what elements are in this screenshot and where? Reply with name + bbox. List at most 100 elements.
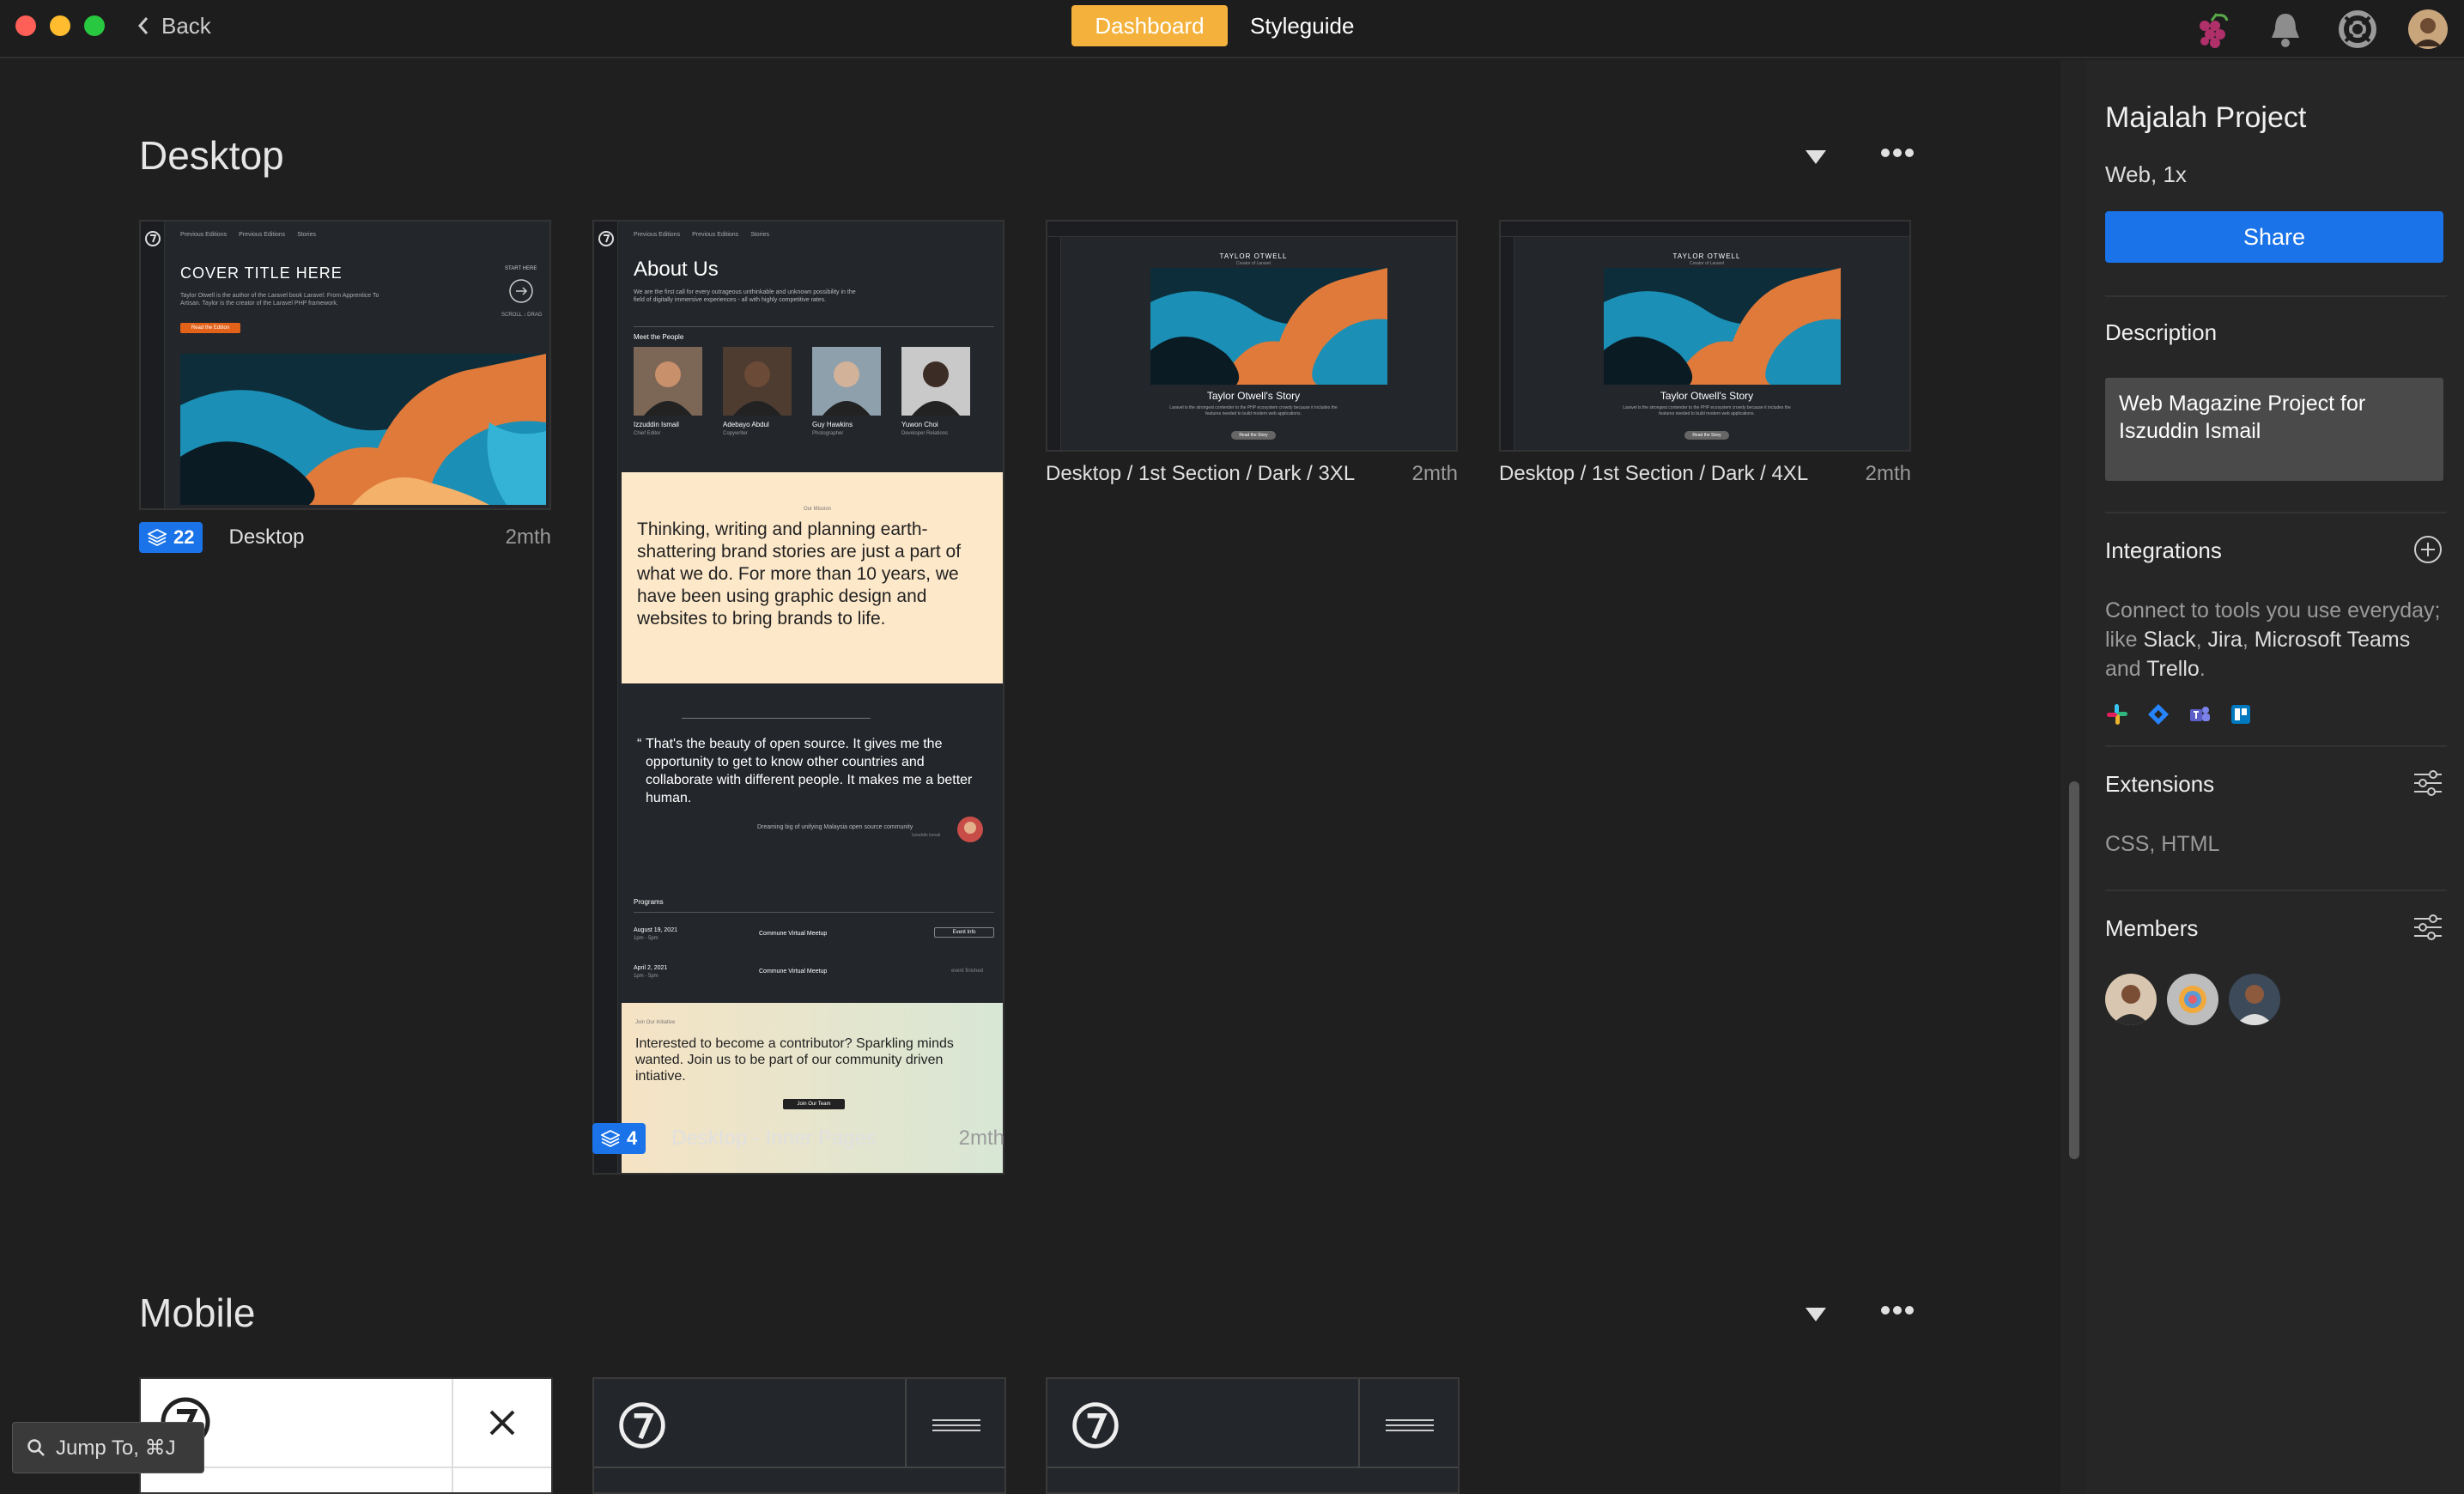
preview-person-photo (901, 347, 970, 416)
preview-event-time: 1pm - 5pm (634, 974, 658, 979)
preview-quote-name: Izzuddin Ismail (912, 833, 941, 838)
grapes-icon[interactable] (2191, 9, 2232, 50)
description-heading: Description (2105, 319, 2218, 345)
card-time: 2mth (958, 1127, 1004, 1150)
search-icon (27, 1439, 45, 1456)
preview-event-time: 1pm - 5pm (634, 936, 658, 941)
logo-icon (598, 231, 614, 246)
minimize-window-button[interactable] (50, 15, 70, 36)
card-meta: Desktop / 1st Section / Dark / 3XL 2mth (1046, 457, 1458, 491)
jump-to-button[interactable]: Jump To, ⌘J (12, 1422, 204, 1473)
chevron-left-icon (137, 17, 149, 34)
more-icon[interactable] (1880, 148, 1915, 158)
card-thumbnail[interactable]: Previous Editions Previous Editions Storie… (139, 220, 551, 510)
more-icon[interactable] (1880, 1305, 1915, 1315)
section-title-mobile: Mobile (139, 1291, 256, 1335)
preview-story-body: Laravel is the strongest contender to th… (1623, 405, 1791, 416)
share-button[interactable]: Share (2105, 211, 2443, 263)
card-time: 2mth (1865, 462, 1911, 485)
title-bar: Back Dashboard Styleguide (0, 0, 2464, 58)
caret-down-icon[interactable] (1805, 149, 1827, 165)
card-thumbnail[interactable]: TAYLOR OTWELL Creator of Laravel Taylor … (1046, 220, 1458, 452)
card-thumbnail[interactable]: Previous Editions Previous Editions Storie… (592, 220, 1004, 1175)
zoom-window-button[interactable] (84, 15, 105, 36)
preview-story-title: Taylor Otwell's Story (1206, 390, 1301, 402)
preview-meet-label: Meet the People (634, 333, 684, 341)
logo-icon (1072, 1402, 1119, 1448)
preview-person-name: Yuwon Choi (901, 421, 938, 428)
back-button[interactable]: Back (137, 9, 211, 43)
preview-quote-avatar (957, 817, 983, 842)
menu-icon (1386, 1419, 1434, 1431)
preview-nav-link: Previous Editions (239, 232, 286, 238)
close-window-button[interactable] (15, 15, 36, 36)
preview-join-button: Join Our Team (783, 1099, 845, 1109)
settings-sliders-icon[interactable] (2412, 769, 2443, 797)
preview-person-name: Adebayo Abdul (723, 421, 769, 428)
card-thumbnail[interactable]: TAYLOR OTWELL Creator of Laravel Taylor … (1499, 220, 1911, 452)
members-heading: Members (2105, 915, 2199, 941)
member-avatar[interactable] (2167, 974, 2218, 1025)
card-time: 2mth (505, 525, 551, 549)
card-meta: Desktop / 1st Section / Dark / 4XL 2mth (1499, 457, 1911, 491)
preview-quote-text: That's the beauty of open source. It giv… (646, 737, 973, 805)
help-lifebuoy-icon[interactable] (2337, 9, 2378, 50)
preview-person-name: Guy Hawkins (812, 421, 853, 428)
preview-story-image (1604, 268, 1841, 385)
mobile-card-thumbnail[interactable] (592, 1377, 1006, 1494)
back-label: Back (161, 12, 211, 39)
preview-cover-title: COVER TITLE HERE (180, 264, 343, 282)
integrations-separator: , (2195, 628, 2208, 652)
preview-story-button: Read the Story (1231, 431, 1276, 440)
bell-icon[interactable] (2265, 9, 2306, 50)
layers-count: 22 (173, 526, 195, 548)
trello-icon[interactable] (2229, 702, 2253, 726)
microsoft-teams-icon[interactable] (2188, 702, 2212, 726)
preview-mission-label: Our Mission (804, 507, 832, 512)
card-meta: 22 Desktop 2mth (139, 520, 551, 555)
tab-styleguide[interactable]: Styleguide (1250, 5, 1354, 46)
member-avatar[interactable] (2229, 974, 2280, 1025)
preview-event-action: event finished (951, 969, 984, 974)
preview-start-label: START HERE (505, 266, 537, 271)
description-field[interactable]: Web Magazine Project for Iszuddin Ismail (2105, 378, 2443, 481)
preview-story-title: Taylor Otwell's Story (1660, 390, 1754, 402)
preview-story-button: Read the Story (1684, 431, 1729, 440)
preview-scroll-label: SCROLL ↓ DRAG (501, 313, 543, 318)
settings-sliders-icon[interactable] (2412, 914, 2443, 941)
preview-quote: “That's the beauty of open source. It gi… (637, 737, 973, 805)
integration-jira-label: Jira (2207, 628, 2242, 652)
preview-cover-body: Taylor Otwell is the author of the Larav… (180, 293, 379, 307)
preview-event-action: Event Info (934, 927, 994, 938)
preview-nav: Previous Editions Previous Editions Storie… (634, 232, 769, 238)
section-title-desktop: Desktop (139, 133, 284, 178)
member-avatar[interactable] (2105, 974, 2157, 1025)
card-title[interactable]: Desktop - Inner Pages (671, 1127, 877, 1151)
preview-event-title: Commune Virtual Meetup (759, 969, 828, 975)
preview-event-title: Commune Virtual Meetup (759, 931, 828, 937)
preview-story-name: TAYLOR OTWELL (1672, 252, 1741, 260)
preview-event-date: April 2, 2021 (634, 965, 668, 971)
extensions-heading: Extensions (2105, 771, 2215, 797)
preview-story-body: Laravel is the strongest contender to th… (1169, 405, 1338, 416)
integrations-and: and (2105, 657, 2147, 681)
main-scrollbar[interactable] (2060, 60, 2086, 1494)
card-title[interactable]: Desktop / 1st Section / Dark / 3XL (1046, 462, 1355, 486)
preview-cover-button: Read the Edition (180, 323, 240, 333)
add-integration-icon[interactable] (2412, 534, 2443, 565)
card-title[interactable]: Desktop / 1st Section / Dark / 4XL (1499, 462, 1808, 486)
integrations-text: Connect to tools you use everyday; like … (2105, 596, 2449, 683)
layers-badge: 4 (592, 1123, 646, 1154)
layers-count: 4 (627, 1127, 638, 1149)
scrollbar-thumb[interactable] (2069, 781, 2079, 1159)
mobile-card-thumbnail[interactable] (1046, 1377, 1460, 1494)
preview-join-text: Interested to become a contributor? Spar… (635, 1036, 954, 1084)
jira-icon[interactable] (2146, 702, 2170, 726)
card-title[interactable]: Desktop (228, 525, 304, 550)
user-avatar[interactable] (2407, 9, 2449, 50)
arrow-circle-icon (509, 279, 533, 303)
slack-icon[interactable] (2105, 702, 2129, 726)
tab-dashboard[interactable]: Dashboard (1071, 5, 1228, 46)
extensions-list: CSS, HTML (2105, 832, 2220, 856)
caret-down-icon[interactable] (1805, 1307, 1827, 1322)
